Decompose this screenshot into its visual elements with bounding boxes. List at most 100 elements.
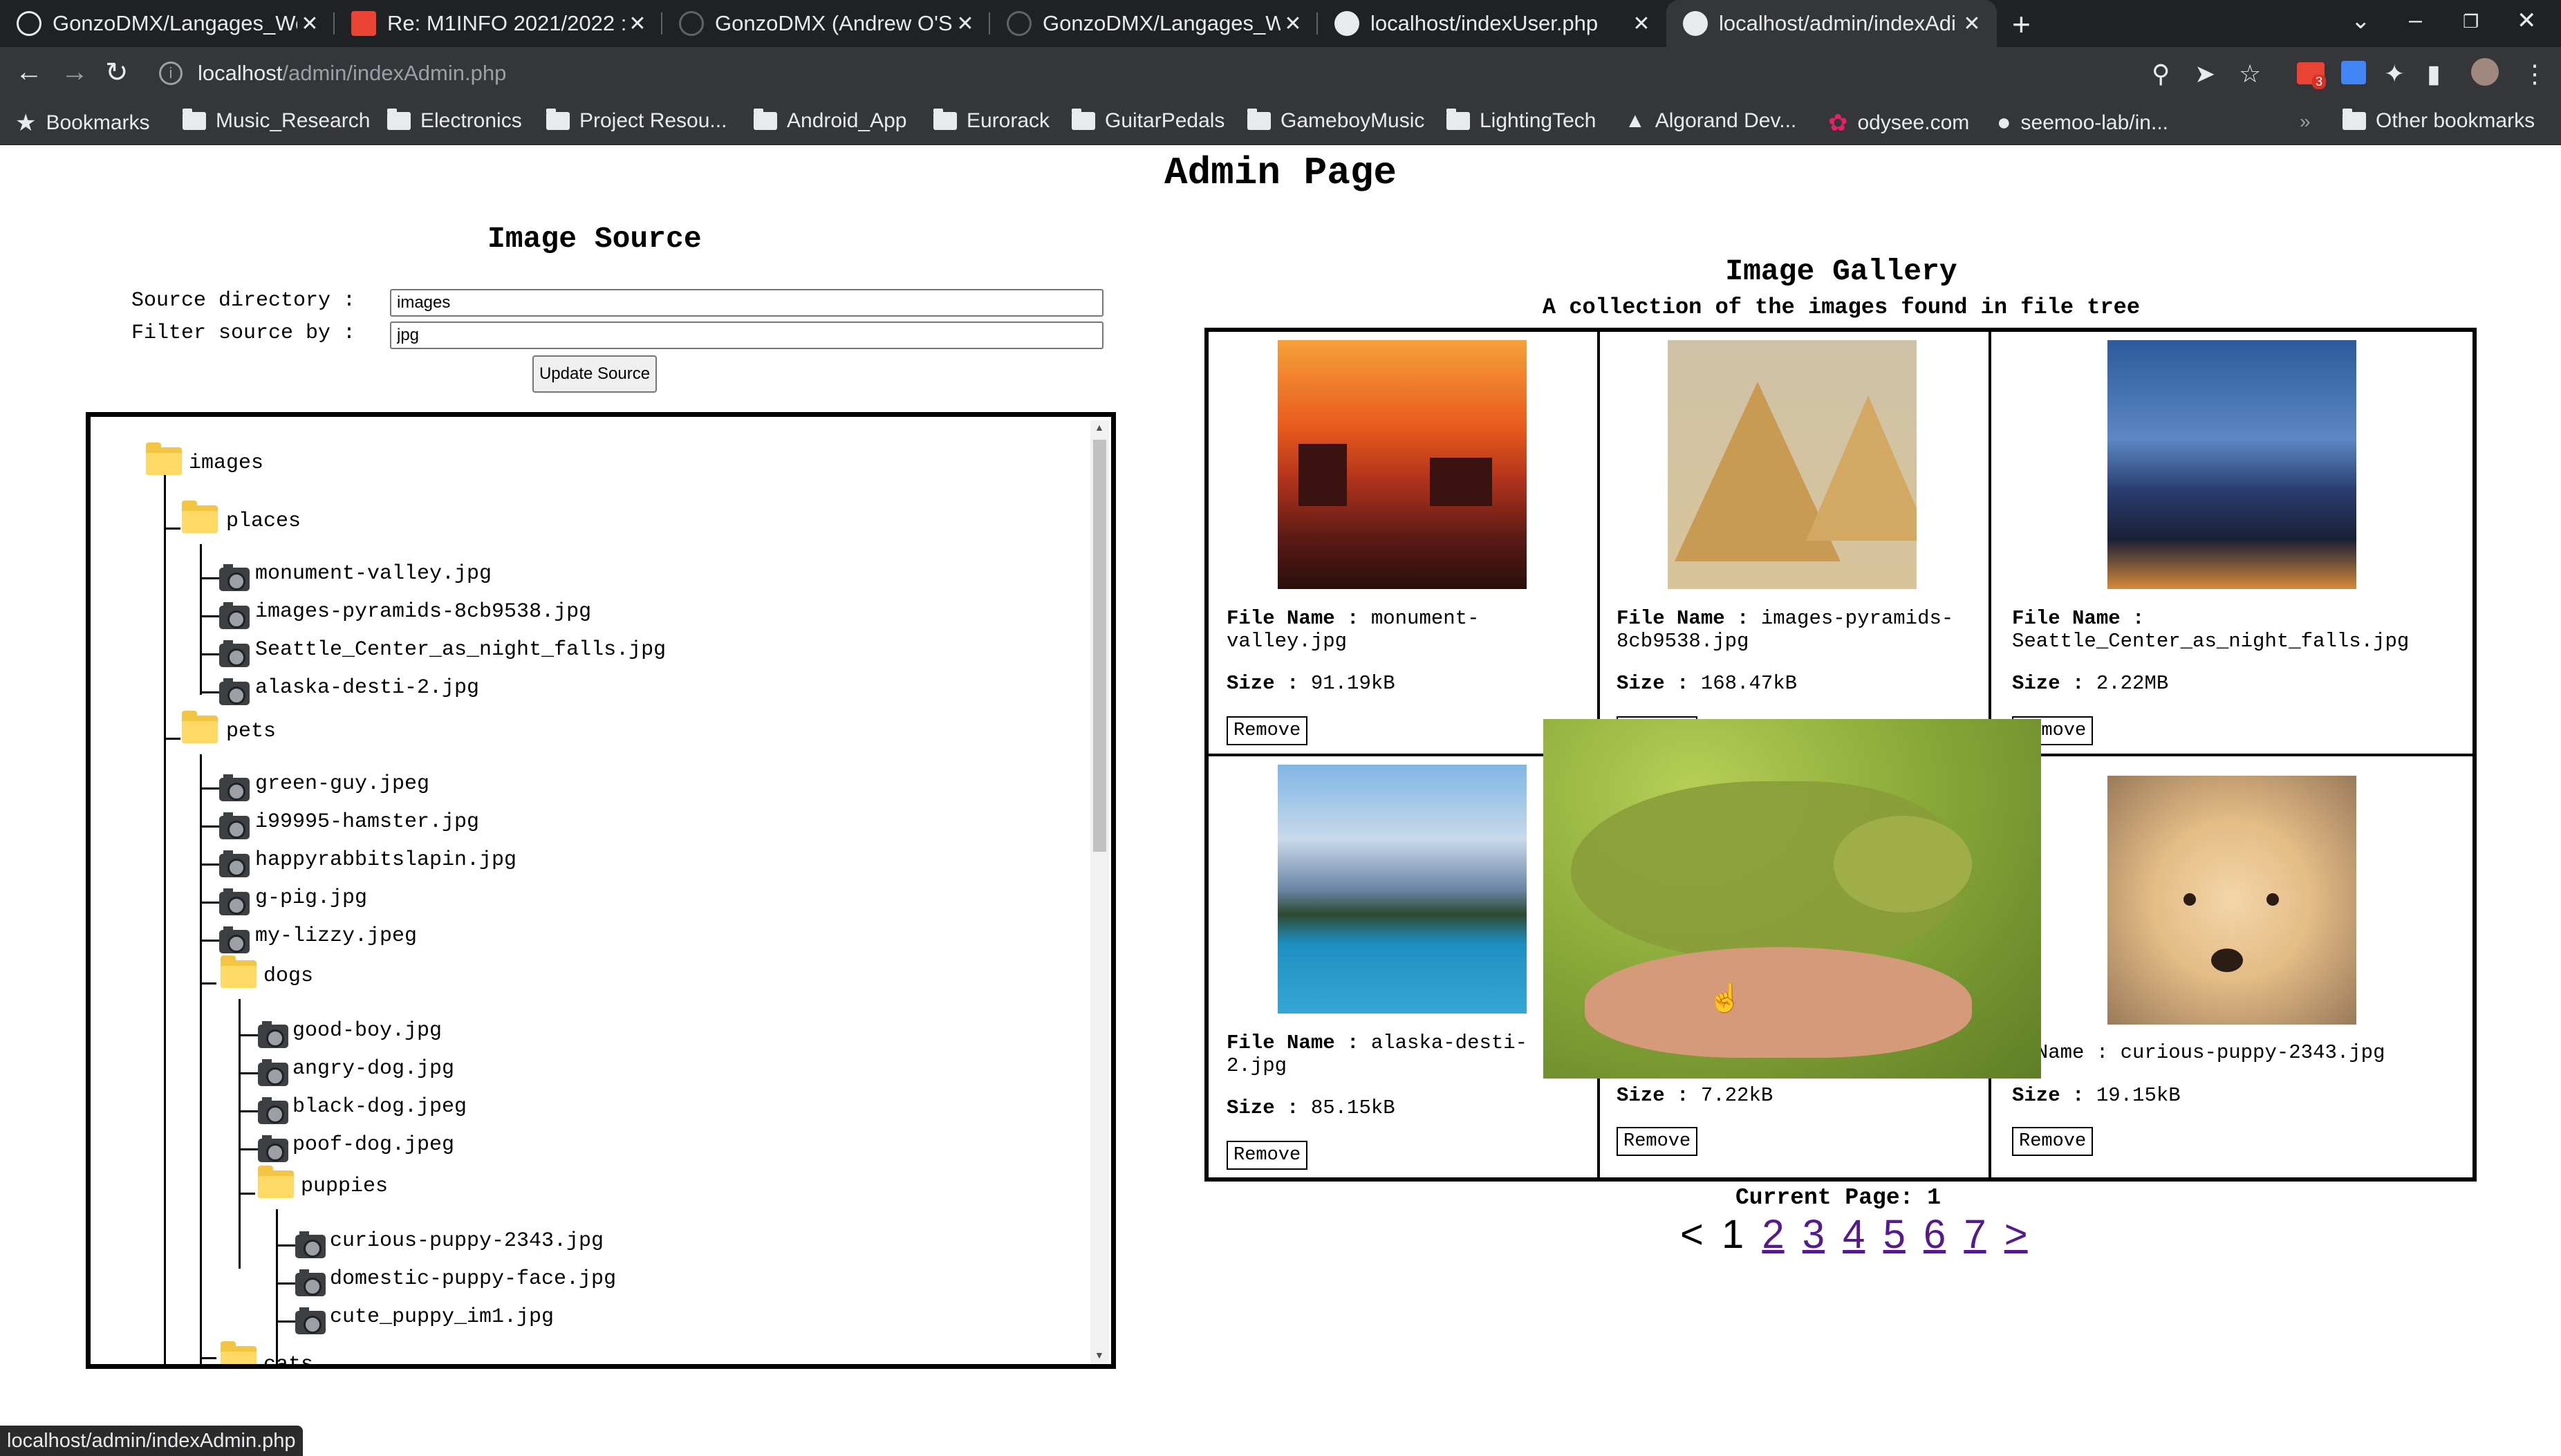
image-hover-preview[interactable] [1543, 719, 2041, 1079]
tree-file[interactable]: my-lizzy.jpeg [255, 924, 417, 948]
github-icon [679, 11, 704, 36]
camera-icon [295, 1231, 326, 1258]
tree-folder-places[interactable]: places [226, 510, 301, 533]
remove-button[interactable]: Remove [2012, 1127, 2094, 1156]
tree-file[interactable]: g-pig.jpg [255, 886, 367, 910]
browser-tab[interactable]: GonzoDMX (Andrew O'Sh ✕ [662, 0, 990, 47]
bookmark-folder[interactable]: Music_Research [183, 109, 370, 133]
remove-button[interactable]: Remove [1617, 1127, 1698, 1156]
maximize-icon[interactable]: ❐ [2463, 11, 2479, 32]
forward-icon[interactable]: → [61, 57, 89, 88]
page-link[interactable]: 5 [1883, 1212, 1906, 1257]
bookmark-folder[interactable]: Eurorack [933, 109, 1050, 133]
browser-tab[interactable]: GonzoDMX/Langages_We ✕ [990, 0, 1318, 47]
tree-file[interactable]: i99995-hamster.jpg [255, 810, 479, 834]
translate-extension-icon[interactable] [2341, 61, 2366, 84]
update-source-button[interactable]: Update Source [532, 355, 657, 393]
tree-folder-puppies[interactable]: puppies [301, 1175, 388, 1198]
tree-file[interactable]: images-pyramids-8cb9538.jpg [255, 600, 591, 624]
page-link[interactable]: 3 [1803, 1212, 1825, 1257]
window-close-icon[interactable]: ✕ [2517, 7, 2537, 35]
other-bookmarks-folder[interactable]: Other bookmarks [2343, 109, 2535, 133]
browser-tab-active[interactable]: localhost/admin/indexAdi ✕ [1666, 0, 1997, 47]
back-icon[interactable]: ← [15, 57, 43, 88]
thumbnail-seattle[interactable] [2107, 340, 2356, 589]
tree-file[interactable]: domestic-puppy-face.jpg [330, 1267, 616, 1291]
browser-tab[interactable]: localhost/indexUser.php ✕ [1318, 0, 1666, 47]
page-link[interactable]: 7 [1964, 1212, 1986, 1257]
scroll-up-icon[interactable]: ▲ [1095, 422, 1104, 433]
close-icon[interactable]: ✕ [953, 12, 978, 36]
bookmark-item[interactable]: ★ Bookmarks [15, 109, 150, 137]
tree-folder-pets[interactable]: pets [226, 720, 276, 743]
zoom-icon[interactable]: ⚲ [2152, 59, 2170, 88]
tree-file[interactable]: cute_puppy_im1.jpg [330, 1305, 554, 1329]
tree-folder-cats[interactable]: cats [263, 1353, 313, 1364]
remove-button[interactable]: Remove [1227, 716, 1308, 745]
side-panel-icon[interactable]: ▮ [2427, 59, 2441, 88]
reload-icon[interactable]: ↻ [105, 57, 129, 88]
next-page-link[interactable]: > [2004, 1212, 2028, 1257]
tree-folder-dogs[interactable]: dogs [263, 964, 313, 988]
prev-page-link[interactable]: < [1680, 1212, 1704, 1257]
page-link[interactable]: 2 [1762, 1212, 1784, 1257]
star-icon: ★ [15, 110, 37, 136]
bookmark-folder[interactable]: GameboyMusic [1247, 109, 1424, 133]
browser-tab[interactable]: Re: M1INFO 2021/2022 : C ✕ [335, 0, 662, 47]
bookmark-item[interactable]: ● seemoo-lab/in... [1997, 109, 2168, 136]
thumbnail-puppy[interactable] [2107, 776, 2356, 1025]
thumbnail-alaska[interactable] [1278, 765, 1527, 1014]
tree-file[interactable]: happyrabbitslapin.jpg [255, 848, 516, 872]
filter-source-input[interactable] [390, 321, 1103, 349]
more-bookmarks-icon[interactable]: » [2300, 111, 2311, 133]
bookmark-folder[interactable]: LightingTech [1446, 109, 1596, 133]
source-directory-input[interactable] [390, 289, 1103, 317]
close-icon[interactable]: ✕ [1280, 12, 1305, 36]
tree-file[interactable]: curious-puppy-2343.jpg [330, 1229, 604, 1253]
tree-file[interactable]: poof-dog.jpeg [292, 1133, 454, 1157]
avatar[interactable] [2471, 58, 2499, 86]
close-icon[interactable]: ✕ [625, 12, 650, 36]
extensions-puzzle-icon[interactable]: ✦ [2384, 59, 2405, 88]
folder-icon [182, 711, 218, 743]
tab-search-icon[interactable]: ⌄ [2351, 7, 2371, 35]
tree-file[interactable]: angry-dog.jpg [292, 1057, 454, 1081]
browser-tab[interactable]: GonzoDMX/Langages_We ✕ [0, 0, 335, 47]
menu-kebab-icon[interactable]: ⋮ [2522, 59, 2547, 88]
tree-file[interactable]: good-boy.jpg [292, 1019, 442, 1043]
minimize-icon[interactable]: – [2409, 7, 2422, 34]
page-link[interactable]: 6 [1924, 1212, 1946, 1257]
new-tab-icon[interactable]: + [2012, 6, 2031, 43]
remove-button[interactable]: Remove [1227, 1141, 1308, 1170]
address-bar[interactable]: i localhost/admin/indexAdmin.php [147, 51, 2152, 95]
thumbnail-pyramids[interactable] [1668, 340, 1917, 589]
tree-file[interactable]: alaska-desti-2.jpg [255, 676, 479, 700]
file-name-value: e Name : curious-puppy-2343.jpg [2012, 1041, 2385, 1064]
odysee-icon: ✿ [1828, 110, 1848, 136]
close-icon[interactable]: ✕ [1629, 12, 1654, 36]
scroll-down-icon[interactable]: ▼ [1095, 1350, 1104, 1361]
close-icon[interactable]: ✕ [297, 12, 322, 36]
close-icon[interactable]: ✕ [1959, 12, 1984, 36]
page-link[interactable]: 4 [1843, 1212, 1865, 1257]
bookmark-folder[interactable]: Project Resou... [546, 109, 727, 133]
tree-file[interactable]: Seattle_Center_as_night_falls.jpg [255, 638, 666, 662]
thumbnail-monument-valley[interactable] [1278, 340, 1527, 589]
tree-file[interactable]: black-dog.jpeg [292, 1095, 467, 1119]
tree-scrollbar[interactable]: ▲ ▼ [1090, 420, 1109, 1363]
bookmark-label: odysee.com [1857, 111, 1970, 134]
send-icon[interactable]: ➤ [2195, 59, 2215, 88]
tree-folder-images[interactable]: images [189, 451, 263, 475]
bookmark-folder[interactable]: Android_App [754, 109, 906, 133]
tree-file[interactable]: green-guy.jpeg [255, 772, 429, 796]
bookmark-item[interactable]: ✿ odysee.com [1828, 109, 1969, 137]
tree-file[interactable]: monument-valley.jpg [255, 562, 492, 586]
site-info-icon[interactable]: i [159, 62, 183, 85]
bookmark-star-icon[interactable]: ☆ [2239, 59, 2261, 88]
file-tree-panel[interactable]: images places monument-valley.jpg images… [86, 412, 1116, 1369]
bookmark-label: LightingTech [1480, 109, 1596, 132]
bookmark-item[interactable]: ▲ Algorand Dev... [1625, 109, 1796, 133]
bookmark-folder[interactable]: GuitarPedals [1072, 109, 1224, 133]
bookmark-folder[interactable]: Electronics [387, 109, 522, 133]
scrollbar-thumb[interactable] [1093, 440, 1106, 852]
